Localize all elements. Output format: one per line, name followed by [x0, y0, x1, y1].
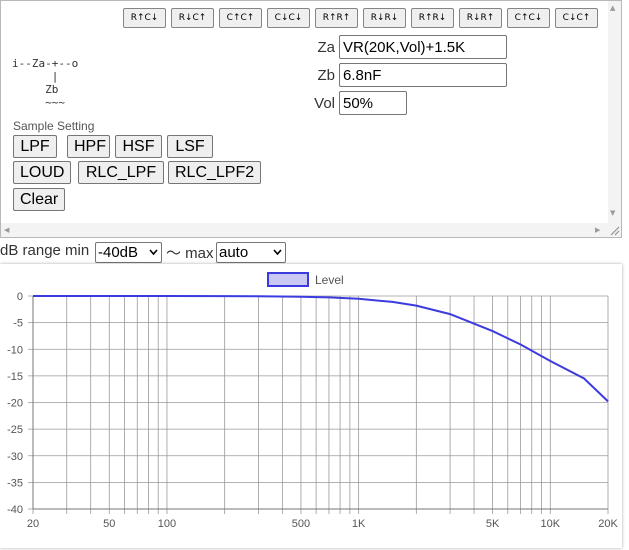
sample-button[interactable]: LSF [167, 135, 213, 158]
scroll-right-icon[interactable]: ▶ [595, 226, 600, 234]
chart-svg: 0 -5 -10 -15 -20 -25 -30 -35 -40 20 50 100 500 1K 5K 10… [7, 272, 618, 530]
chevron-down-icon [149, 249, 158, 256]
scroll-up-icon[interactable]: ▲ [610, 4, 615, 12]
sample-button[interactable]: LPF [13, 135, 57, 158]
toolbar-button[interactable]: R↓R↓ [363, 8, 406, 28]
x-tick-label: 5K [486, 518, 500, 530]
toolbar-button[interactable]: R↑R↓ [411, 8, 454, 28]
toolbar-button[interactable]: R↓C↑ [171, 8, 214, 28]
x-tick-label: 1K [352, 518, 366, 530]
x-tick-label: 50 [103, 518, 115, 530]
sample-button[interactable]: HPF [67, 135, 110, 158]
db-range-max-label: 〜 max [166, 245, 214, 262]
sample-button[interactable]: RLC_LPF2 [168, 161, 261, 184]
x-tick-label: 20 [27, 518, 39, 530]
legend-swatch [267, 272, 309, 287]
vol-input[interactable] [339, 91, 407, 115]
za-input[interactable] [339, 35, 507, 59]
za-label: Za [317, 39, 335, 56]
toolbar-button[interactable]: R↓R↑ [459, 8, 502, 28]
circuit-line: Zb [12, 83, 59, 96]
y-tick-label: -20 [7, 398, 23, 410]
toolbar-button[interactable]: C↓C↑ [555, 8, 598, 28]
toolbar-button[interactable]: C↓C↓ [267, 8, 310, 28]
chevron-down-icon [273, 249, 282, 256]
y-tick-label: 0 [17, 291, 23, 303]
circuit-diagram: i--Za-+--o | Zb ~~~ [12, 57, 78, 109]
sample-setting-label: Sample Setting [13, 119, 95, 133]
sample-button[interactable]: HSF [115, 135, 162, 158]
x-tick-label: 20K [598, 518, 618, 530]
db-max-value: auto [219, 244, 249, 261]
db-min-select[interactable]: -40dB [95, 242, 162, 263]
zb-input[interactable] [339, 63, 507, 87]
y-tick-label: -30 [7, 451, 23, 463]
x-tick-label: 100 [158, 518, 176, 530]
sample-button[interactable]: RLC_LPF [78, 161, 164, 184]
y-tick-label: -40 [7, 504, 23, 516]
toolbar-button[interactable]: R↑C↓ [123, 8, 166, 28]
db-range-min-label: dB range min [0, 242, 90, 259]
toolbar-button[interactable]: C↑C↑ [219, 8, 262, 28]
circuit-line: ~~~ [12, 96, 65, 109]
legend-label: Level [315, 273, 344, 287]
frequency-response-chart: 0 -5 -10 -15 -20 -25 -30 -35 -40 20 50 100 500 1K 5K 10… [0, 264, 622, 548]
y-tick-label: -25 [7, 424, 23, 436]
circuit-line: | [12, 70, 59, 83]
y-tick-label: -10 [7, 344, 23, 356]
scroll-down-icon[interactable]: ▼ [610, 209, 615, 217]
db-min-value: -40dB [98, 244, 139, 261]
scroll-left-icon[interactable]: ◀ [4, 226, 9, 234]
y-tick-label: -5 [13, 318, 23, 330]
horizontal-scrollbar[interactable]: ◀ ▶ [1, 223, 608, 237]
zb-label: Zb [317, 67, 335, 84]
vol-label: Vol [314, 95, 335, 112]
resize-handle-icon[interactable] [607, 223, 621, 237]
sample-button[interactable]: Clear [13, 188, 65, 211]
x-tick-label: 10K [541, 518, 561, 530]
y-tick-label: -15 [7, 371, 23, 383]
vertical-scrollbar[interactable]: ▲ ▼ [608, 1, 621, 223]
circuit-line: i--Za-+--o [12, 57, 79, 70]
sample-button[interactable]: LOUD [13, 161, 71, 184]
x-tick-label: 500 [292, 518, 310, 530]
y-tick-label: -35 [7, 477, 23, 489]
db-max-select[interactable]: auto [216, 242, 286, 263]
settings-panel: R↑C↓ R↓C↑ C↑C↑ C↓C↓ R↑R↑ R↓R↓ R↑R↓ R↓R↑ C↑C↓ C↓C↑… [0, 0, 622, 238]
toolbar-button[interactable]: C↑C↓ [507, 8, 550, 28]
toolbar-button[interactable]: R↑R↑ [315, 8, 358, 28]
series-line [33, 295, 609, 403]
